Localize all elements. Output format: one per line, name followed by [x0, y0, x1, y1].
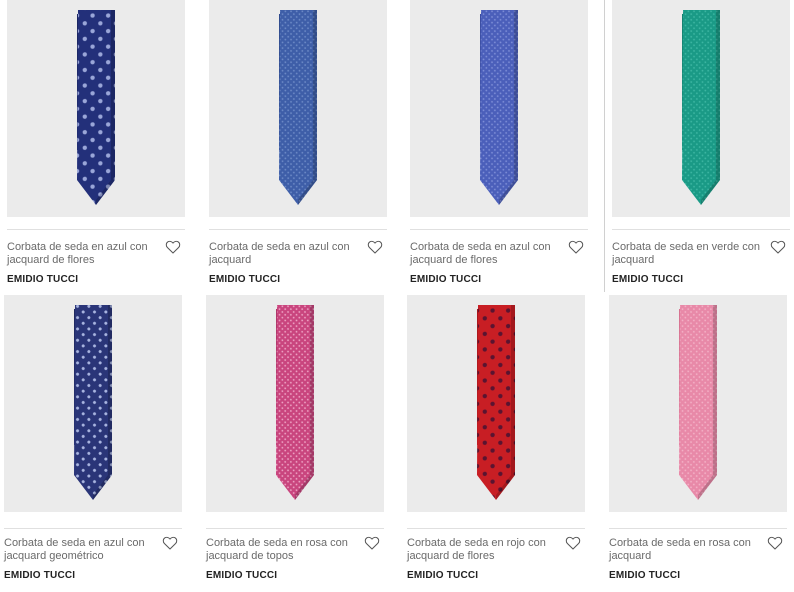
card-divider — [609, 528, 787, 529]
heart-outline-icon[interactable] — [162, 536, 178, 550]
card-divider — [7, 229, 185, 230]
heart-outline-icon[interactable] — [568, 240, 584, 254]
card-divider — [209, 229, 387, 230]
product-brand[interactable]: EMIDIO TUCCI — [410, 274, 481, 285]
column-divider — [604, 0, 605, 292]
tie-front-blade — [480, 10, 518, 205]
product-brand[interactable]: EMIDIO TUCCI — [609, 570, 680, 581]
heart-outline-icon[interactable] — [364, 536, 380, 550]
tie-front-blade — [279, 10, 317, 205]
product-brand[interactable]: EMIDIO TUCCI — [206, 570, 277, 581]
product-title[interactable]: Corbata de seda en rosa con jacquard — [609, 537, 761, 563]
product-title[interactable]: Corbata de seda en azul con jacquard — [209, 241, 361, 267]
heart-outline-icon[interactable] — [565, 536, 581, 550]
tie-front-blade — [679, 305, 717, 500]
product-title[interactable]: Corbata de seda en rosa con jacquard de … — [206, 537, 358, 563]
heart-outline-icon[interactable] — [367, 240, 383, 254]
product-title[interactable]: Corbata de seda en azul con jacquard de … — [410, 241, 562, 267]
product-brand[interactable]: EMIDIO TUCCI — [407, 570, 478, 581]
product-title[interactable]: Corbata de seda en verde con jacquard — [612, 241, 764, 267]
heart-outline-icon[interactable] — [767, 536, 783, 550]
product-image[interactable] — [209, 0, 387, 217]
tie-front-blade — [682, 10, 720, 205]
card-divider — [206, 528, 384, 529]
tie-front-blade — [77, 10, 115, 205]
product-image[interactable] — [407, 295, 585, 512]
tie-front-blade — [477, 305, 515, 500]
product-image[interactable] — [612, 0, 790, 217]
product-brand[interactable]: EMIDIO TUCCI — [209, 274, 280, 285]
card-divider — [410, 229, 588, 230]
product-title[interactable]: Corbata de seda en azul con jacquard geo… — [4, 537, 156, 563]
card-divider — [612, 229, 790, 230]
product-brand[interactable]: EMIDIO TUCCI — [612, 274, 683, 285]
product-title[interactable]: Corbata de seda en rojo con jacquard de … — [407, 537, 559, 563]
product-image[interactable] — [206, 295, 384, 512]
product-image[interactable] — [410, 0, 588, 217]
product-image[interactable] — [609, 295, 787, 512]
product-brand[interactable]: EMIDIO TUCCI — [4, 570, 75, 581]
card-divider — [4, 528, 182, 529]
tie-front-blade — [276, 305, 314, 500]
card-divider — [407, 528, 585, 529]
heart-outline-icon[interactable] — [165, 240, 181, 254]
product-image[interactable] — [4, 295, 182, 512]
tie-front-blade — [74, 305, 112, 500]
product-title[interactable]: Corbata de seda en azul con jacquard de … — [7, 241, 159, 267]
heart-outline-icon[interactable] — [770, 240, 786, 254]
product-image[interactable] — [7, 0, 185, 217]
product-brand[interactable]: EMIDIO TUCCI — [7, 274, 78, 285]
